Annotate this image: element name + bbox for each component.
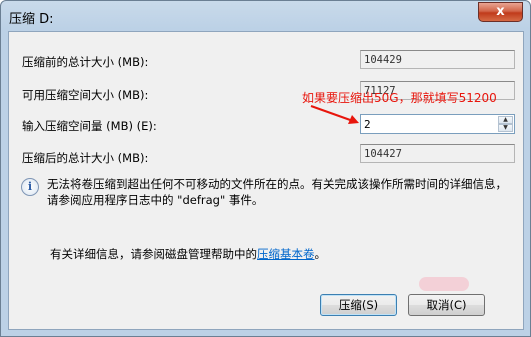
shrink-amount-input[interactable] — [362, 116, 499, 132]
spin-up-icon[interactable]: ▲ — [498, 116, 513, 124]
info-icon: i — [21, 178, 39, 196]
annotation-arrow — [310, 105, 359, 124]
total-before-label: 压缩前的总计大小 (MB): — [22, 55, 149, 69]
dialog-body: 压缩前的总计大小 (MB): 104429 可用压缩空间大小 (MB): 711… — [8, 31, 524, 330]
decorative-blob — [419, 277, 469, 291]
help-link[interactable]: 压缩基本卷 — [257, 247, 315, 261]
total-after-value: 104427 — [360, 144, 515, 163]
info-message: 无法将卷压缩到超出任何不可移动的文件所在的点。有关完成该操作所需时间的详细信息，… — [47, 177, 507, 207]
available-shrink-label: 可用压缩空间大小 (MB): — [22, 88, 149, 102]
help-suffix: 。 — [314, 247, 327, 261]
total-before-value: 104429 — [360, 50, 515, 69]
shrink-amount-stepper[interactable]: ▲ ▼ — [498, 116, 513, 132]
window-title: 压缩 D: — [9, 12, 54, 27]
close-button[interactable]: x — [478, 2, 523, 22]
shrink-amount-label: 输入压缩空间量 (MB) (E): — [22, 119, 157, 133]
help-prefix: 有关详细信息，请参阅磁盘管理帮助中的 — [50, 247, 257, 261]
total-after-label: 压缩后的总计大小 (MB): — [22, 151, 149, 165]
close-icon: x — [496, 4, 505, 19]
help-line: 有关详细信息，请参阅磁盘管理帮助中的压缩基本卷。 — [50, 246, 326, 262]
shrink-button[interactable]: 压缩(S) — [320, 294, 397, 316]
shrink-amount-field[interactable]: ▲ ▼ — [360, 114, 515, 134]
title-bar[interactable]: 压缩 D: x — [1, 1, 530, 31]
shrink-dialog: 压缩 D: x 压缩前的总计大小 (MB): 104429 可用压缩空间大小 (… — [0, 0, 531, 337]
cancel-button[interactable]: 取消(C) — [408, 294, 485, 316]
spin-down-icon[interactable]: ▼ — [498, 124, 513, 132]
